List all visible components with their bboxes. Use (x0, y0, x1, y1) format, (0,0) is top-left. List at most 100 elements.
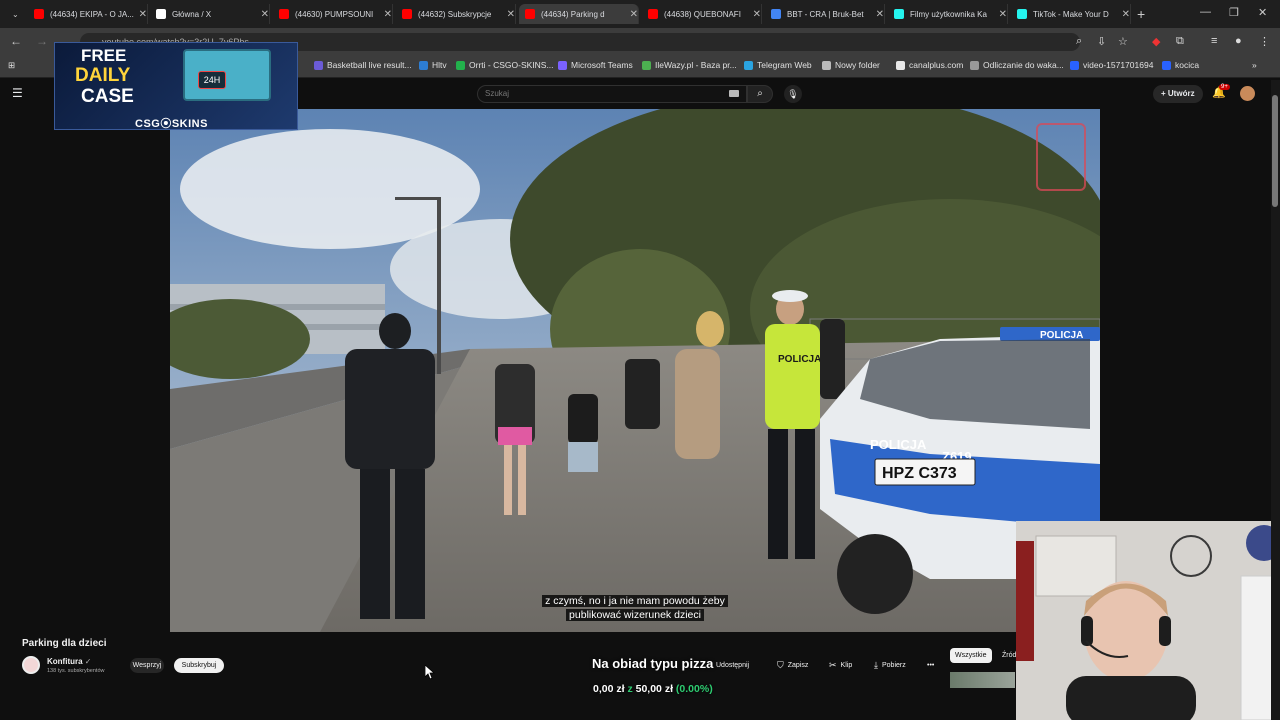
close-tab-icon[interactable]: ✕ (139, 9, 147, 20)
tab-favicon-icon (894, 9, 904, 19)
close-window-button[interactable]: ✕ (1258, 6, 1267, 19)
tab-title: (44632) Subskrypcje (418, 9, 492, 19)
browser-tab[interactable]: (44638) QUEBONAFI ✕ (642, 4, 762, 24)
browser-tab[interactable]: Główna / X ✕ (150, 4, 270, 24)
download-label: Pobierz (881, 662, 906, 669)
bookmark-label: Orrti - CSGO-SKINS... (469, 60, 554, 70)
more-menu-icon[interactable]: ⋮ (1259, 35, 1270, 48)
create-button[interactable]: + Utwórz (1153, 85, 1203, 103)
tab-favicon-icon (648, 9, 658, 19)
bookmark-favicon-icon (970, 60, 979, 70)
bookmark-icon: ⛉ (777, 660, 784, 670)
video-frame-scene: POLICJA POLICJA POLICJA Z619 HPZ C373 (170, 109, 1100, 632)
ad-line-1: FREE (81, 46, 127, 65)
close-tab-icon[interactable]: ✕ (384, 9, 392, 20)
channel-avatar[interactable] (22, 656, 40, 674)
recommended-thumbnail[interactable] (950, 672, 1015, 688)
bookmark-item[interactable]: Orrti - CSGO-SKINS... (456, 60, 554, 70)
bookmark-item[interactable]: Telegram Web (744, 60, 812, 70)
browser-tab[interactable]: (44634) Parking d ✕ (519, 4, 639, 24)
bookmark-item[interactable]: Microsoft Teams (558, 60, 633, 70)
bookmark-item[interactable]: Nowy folder (822, 60, 880, 70)
chip-all[interactable]: Wszystkie (950, 648, 992, 663)
bookmark-star-icon[interactable]: ☆ (1118, 35, 1128, 48)
more-actions-button[interactable]: ••• (927, 658, 934, 673)
close-tab-icon[interactable]: ✕ (753, 9, 761, 20)
close-tab-icon[interactable]: ✕ (999, 9, 1007, 20)
close-tab-icon[interactable]: ✕ (1122, 9, 1130, 20)
profile-icon[interactable]: ● (1235, 35, 1242, 47)
chevron-down-icon: ⌄ (12, 9, 19, 19)
tab-title: (44634) Parking d (541, 9, 605, 19)
share-label: Udostępnij (716, 662, 750, 669)
install-icon[interactable]: ⇩ (1097, 35, 1106, 48)
clip-button[interactable]: ✂ Klip (829, 658, 852, 673)
minimize-button[interactable]: — (1200, 6, 1211, 18)
join-button[interactable]: Wesprzyj (130, 658, 164, 673)
back-arrow-icon[interactable]: ← (10, 34, 22, 48)
browser-tab[interactable]: (44632) Subskrypcje ✕ (396, 4, 516, 24)
new-tab-button[interactable]: + (1137, 6, 1145, 22)
donation-goal-progress: 0,00 zł z 50,00 zł (0.00%) (593, 683, 713, 695)
scrollbar-thumb[interactable] (1272, 95, 1278, 207)
chip-source[interactable]: Źród (1002, 648, 1016, 663)
search-icon[interactable]: ⌕ (1076, 35, 1082, 48)
browser-tab[interactable]: (44630) PUMPSOUNI ✕ (273, 4, 393, 24)
csgo-skins-ad[interactable]: 24H FREE DAILY CASE CSG⦿SKINS (54, 42, 298, 130)
close-tab-icon[interactable]: ✕ (261, 9, 269, 20)
chevron-right-icon[interactable]: » (1252, 60, 1257, 70)
channel-subscriber-count: 138 tys. subskrybentów (47, 668, 105, 674)
keyboard-icon[interactable] (729, 90, 739, 97)
close-tab-icon[interactable]: ✕ (876, 9, 884, 20)
bookmark-label: Nowy folder (835, 60, 880, 70)
bookmark-favicon-icon (419, 60, 428, 70)
tab-title: (44638) QUEBONAFI (664, 9, 741, 19)
subscribe-button[interactable]: Subskrybuj (174, 658, 224, 673)
verified-icon: ✓ (84, 657, 92, 666)
bookmark-favicon-icon (822, 60, 831, 70)
tab-favicon-icon (1017, 9, 1027, 19)
download-icon: ⤓ (874, 660, 878, 670)
bookmark-item[interactable]: canalplus.com (896, 60, 963, 70)
browser-tab[interactable]: BBT - CRA | Bruk-Bet ✕ (765, 4, 885, 24)
car-text: POLICJA (870, 437, 927, 452)
browser-tab[interactable]: TikTok - Make Your D ✕ (1011, 4, 1131, 24)
bookmark-item[interactable]: Odliczanie do waka... (970, 60, 1064, 70)
download-button[interactable]: ⤓ Pobierz (874, 658, 906, 673)
forward-arrow-icon[interactable]: → (36, 34, 48, 48)
save-button[interactable]: ⛉ Zapisz (777, 658, 808, 673)
search-input[interactable]: Szukaj (477, 85, 747, 103)
close-tab-icon[interactable]: ✕ (507, 9, 515, 20)
bookmark-item[interactable]: Hltv (419, 60, 447, 70)
tab-title: Filmy użytkownika Ka (910, 9, 987, 19)
maximize-button[interactable]: ❐ (1229, 6, 1239, 19)
goal-percent: (0.00%) (675, 683, 713, 695)
channel-name[interactable]: Konfitura ✓ (47, 657, 92, 666)
vest-text: POLICJA (778, 354, 821, 365)
bookmark-item[interactable]: kocica (1162, 60, 1199, 70)
video-player[interactable]: POLICJA POLICJA POLICJA Z619 HPZ C373 (170, 109, 1100, 632)
extension-icon[interactable]: ◆ (1152, 35, 1160, 48)
search-button[interactable]: ⌕ (747, 85, 773, 103)
bookmark-item[interactable]: video-1571701694 (1070, 60, 1153, 70)
bookmark-favicon-icon (1162, 60, 1171, 70)
browser-tab[interactable]: (44634) EKIPA - O JA... ✕ (28, 4, 148, 24)
extensions-puzzle-icon[interactable]: ⧉ (1176, 35, 1184, 48)
hamburger-menu-icon[interactable]: ☰ (12, 86, 23, 100)
streamer-webcam (1016, 521, 1280, 720)
bookmark-item[interactable]: Basketball live result... (314, 60, 412, 70)
bookmark-label: video-1571701694 (1083, 60, 1154, 70)
side-panel-icon[interactable]: ≡ (1211, 35, 1217, 47)
goal-target: 50,00 zł (635, 683, 673, 695)
bookmark-favicon-icon (642, 60, 651, 70)
tab-favicon-icon (279, 9, 289, 19)
bookmark-favicon-icon (558, 60, 567, 70)
close-tab-icon[interactable]: ✕ (630, 9, 638, 20)
share-button[interactable]: Udostępnij (716, 658, 749, 673)
tab-list-button[interactable]: ⌄ (6, 4, 24, 24)
apps-grid-icon[interactable]: ⊞ (8, 60, 15, 71)
avatar[interactable] (1240, 86, 1255, 101)
bookmark-item[interactable]: IleWazy.pl - Baza pr... (642, 60, 737, 70)
microphone-icon[interactable]: 🎙 (784, 85, 802, 103)
browser-tab[interactable]: Filmy użytkownika Ka ✕ (888, 4, 1008, 24)
